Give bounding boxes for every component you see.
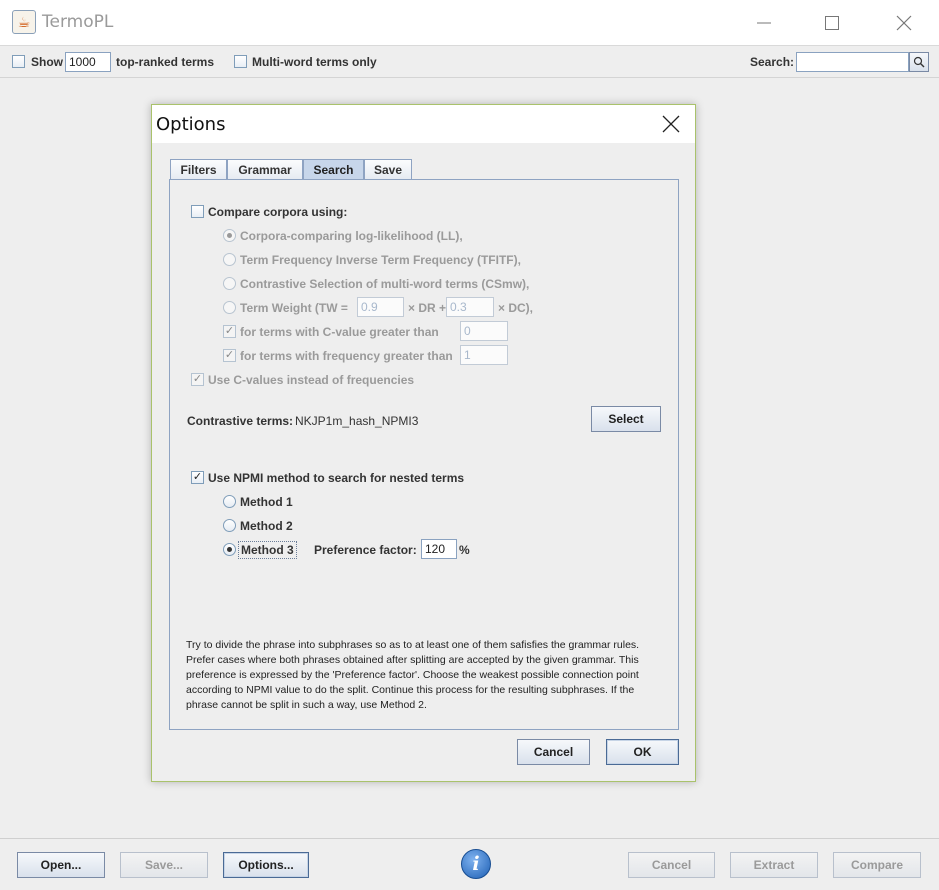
extract-button[interactable]: Extract <box>730 852 818 878</box>
preference-factor-input[interactable]: 120 <box>421 539 457 559</box>
show-checkbox[interactable] <box>12 55 25 68</box>
term-weight-suffix: × DC), <box>498 301 534 315</box>
radio-method-3[interactable] <box>223 543 236 556</box>
compare-button[interactable]: Compare <box>833 852 921 878</box>
search-tab-panel: Compare corpora using: Corpora-comparing… <box>169 179 679 730</box>
minimize-icon[interactable] <box>744 8 784 38</box>
method-1-label: Method 1 <box>240 495 293 509</box>
save-button[interactable]: Save... <box>120 852 208 878</box>
multiword-label: Multi-word terms only <box>252 55 377 69</box>
radio-tfitf[interactable] <box>223 253 236 266</box>
radio-tfitf-label: Term Frequency Inverse Term Frequency (T… <box>240 253 521 267</box>
multiword-checkbox[interactable] <box>234 55 247 68</box>
freq-threshold-input[interactable]: 1 <box>460 345 508 365</box>
contrastive-terms-value: NKJP1m_hash_NPMI3 <box>295 414 419 428</box>
radio-method-1[interactable] <box>223 495 236 508</box>
cvalue-threshold-label: for terms with C-value greater than <box>240 325 439 339</box>
radio-method-2[interactable] <box>223 519 236 532</box>
java-app-icon: ☕ <box>12 10 36 34</box>
search-input[interactable] <box>796 52 909 72</box>
term-weight-mid: × DR + <box>408 301 447 315</box>
dialog-cancel-button[interactable]: Cancel <box>517 739 590 765</box>
npmi-checkbox[interactable]: ✓ <box>191 471 204 484</box>
dialog-close-icon[interactable] <box>658 111 684 137</box>
term-weight-prefix: Term Weight (TW = <box>240 301 348 315</box>
radio-term-weight[interactable] <box>223 301 236 314</box>
search-button[interactable] <box>909 52 929 72</box>
open-button[interactable]: Open... <box>17 852 105 878</box>
radio-csmw-label: Contrastive Selection of multi-word term… <box>240 277 530 291</box>
radio-csmw[interactable] <box>223 277 236 290</box>
preference-factor-unit: % <box>459 543 470 557</box>
radio-ll-label: Corpora-comparing log-likelihood (LL), <box>240 229 463 243</box>
use-cvalues-label: Use C-values instead of frequencies <box>208 373 415 387</box>
select-button[interactable]: Select <box>591 406 661 432</box>
tab-grammar[interactable]: Grammar <box>227 159 303 179</box>
search-icon <box>913 56 925 68</box>
tab-filters[interactable]: Filters <box>170 159 227 179</box>
search-label: Search: <box>750 55 795 69</box>
top-ranked-label: top-ranked terms <box>116 55 215 69</box>
dialog-ok-button[interactable]: OK <box>606 739 679 765</box>
tab-search[interactable]: Search <box>303 159 364 179</box>
cvalue-threshold-checkbox[interactable]: ✓ <box>223 325 236 338</box>
freq-threshold-label: for terms with frequency greater than <box>240 349 453 363</box>
tab-save[interactable]: Save <box>364 159 412 179</box>
compare-corpora-label: Compare corpora using: <box>208 205 348 219</box>
maximize-icon[interactable] <box>812 8 852 38</box>
npmi-label: Use NPMI method to search for nested ter… <box>208 471 465 485</box>
use-cvalues-checkbox[interactable]: ✓ <box>191 373 204 386</box>
contrastive-terms-label: Contrastive terms: <box>187 414 294 428</box>
cancel-button[interactable]: Cancel <box>628 852 715 878</box>
compare-corpora-checkbox[interactable] <box>191 205 204 218</box>
preference-factor-label: Preference factor: <box>314 543 417 557</box>
tw-dc-input[interactable]: 0.3 <box>446 297 494 317</box>
window-title: TermoPL <box>42 12 114 32</box>
freq-threshold-checkbox[interactable]: ✓ <box>223 349 236 362</box>
options-button[interactable]: Options... <box>223 852 309 878</box>
window-titlebar: ☕ TermoPL <box>0 0 939 46</box>
dialog-title: Options <box>156 114 226 135</box>
info-icon[interactable]: i <box>461 849 491 879</box>
options-dialog: Options Filters Grammar Search Save Comp… <box>151 104 696 782</box>
show-label: Show <box>31 55 63 69</box>
cvalue-threshold-input[interactable]: 0 <box>460 321 508 341</box>
main-toolbar: Show 1000 top-ranked terms Multi-word te… <box>0 46 939 78</box>
method-3-label: Method 3 <box>238 541 297 559</box>
tw-dr-input[interactable]: 0.9 <box>357 297 404 317</box>
show-count-input[interactable]: 1000 <box>65 52 111 72</box>
method-description: Try to divide the phrase into subphrases… <box>186 639 640 711</box>
method-2-label: Method 2 <box>240 519 293 533</box>
dialog-titlebar: Options <box>152 105 695 143</box>
radio-ll[interactable] <box>223 229 236 242</box>
close-icon[interactable] <box>884 8 924 38</box>
